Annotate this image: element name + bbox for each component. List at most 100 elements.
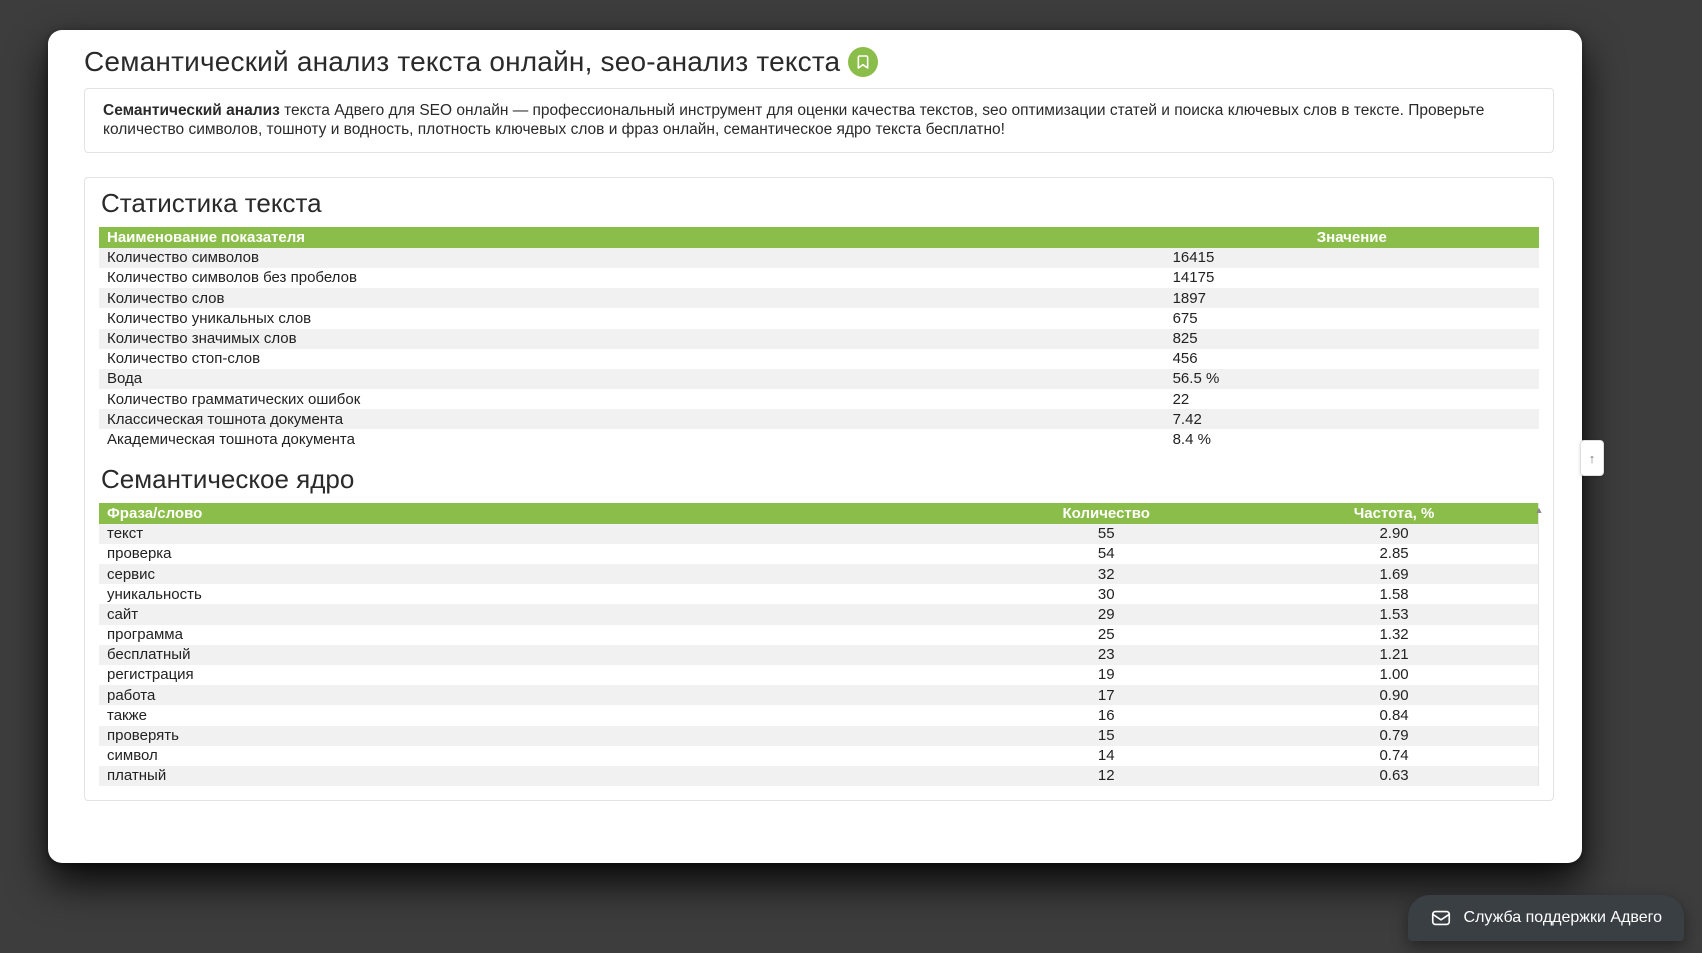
core-cell-count: 55: [962, 524, 1250, 544]
core-cell-freq: 1.00: [1250, 665, 1538, 685]
stats-cell-name: Количество символов: [99, 248, 1165, 268]
table-row: Количество слов1897: [99, 288, 1539, 308]
core-cell-word: программа: [99, 625, 962, 645]
stats-cell-name: Количество слов: [99, 288, 1165, 308]
stats-cell-value: 1897: [1165, 288, 1539, 308]
core-cell-count: 30: [962, 584, 1250, 604]
results-panel: Статистика текста Наименование показател…: [84, 177, 1554, 801]
table-row: регистрация191.00: [99, 665, 1538, 685]
back-to-top-button[interactable]: ↑: [1580, 440, 1604, 476]
stats-cell-name: Количество стоп-слов: [99, 349, 1165, 369]
core-header-word[interactable]: Фраза/слово: [99, 503, 962, 524]
core-cell-freq: 1.69: [1250, 564, 1538, 584]
core-cell-count: 15: [962, 726, 1250, 746]
table-row: Вода56.5 %: [99, 369, 1539, 389]
table-row: Количество стоп-слов456: [99, 349, 1539, 369]
core-cell-freq: 2.90: [1250, 524, 1538, 544]
core-table-wrap: Фраза/слово Количество Частота, % текст5…: [99, 503, 1539, 786]
table-row: Количество символов16415: [99, 248, 1539, 268]
stats-cell-value: 456: [1165, 349, 1539, 369]
table-row: проверять150.79: [99, 726, 1538, 746]
stats-cell-value: 7.42: [1165, 409, 1539, 429]
core-cell-word: платный: [99, 766, 962, 786]
core-cell-freq: 0.79: [1250, 726, 1538, 746]
core-table: Фраза/слово Количество Частота, % текст5…: [99, 503, 1538, 786]
stats-cell-name: Академическая тошнота документа: [99, 429, 1165, 449]
stats-cell-value: 825: [1165, 329, 1539, 349]
core-cell-word: бесплатный: [99, 645, 962, 665]
core-cell-freq: 1.21: [1250, 645, 1538, 665]
table-row: сервис321.69: [99, 564, 1538, 584]
core-cell-word: символ: [99, 746, 962, 766]
bookmark-icon[interactable]: [848, 47, 878, 77]
core-cell-freq: 0.84: [1250, 705, 1538, 725]
core-cell-word: текст: [99, 524, 962, 544]
table-row: текст552.90: [99, 524, 1538, 544]
core-title: Семантическое ядро: [101, 464, 1539, 495]
stats-cell-value: 8.4 %: [1165, 429, 1539, 449]
core-cell-word: сервис: [99, 564, 962, 584]
core-cell-count: 19: [962, 665, 1250, 685]
intro-description: Семантический анализ текста Адвего для S…: [84, 88, 1554, 153]
core-cell-word: работа: [99, 685, 962, 705]
core-cell-freq: 1.53: [1250, 604, 1538, 624]
chat-icon: [1430, 907, 1452, 929]
core-cell-count: 54: [962, 544, 1250, 564]
table-row: платный120.63: [99, 766, 1538, 786]
core-header-freq[interactable]: Частота, %: [1250, 503, 1538, 524]
arrow-up-icon: ↑: [1589, 451, 1596, 466]
core-cell-word: также: [99, 705, 962, 725]
stats-table: Наименование показателя Значение Количес…: [99, 227, 1539, 450]
content-card: Семантический анализ текста онлайн, seo-…: [48, 30, 1582, 863]
stats-cell-name: Количество уникальных слов: [99, 308, 1165, 328]
table-row: программа251.32: [99, 625, 1538, 645]
core-cell-count: 17: [962, 685, 1250, 705]
core-header-count[interactable]: Количество: [962, 503, 1250, 524]
stats-cell-name: Количество символов без пробелов: [99, 268, 1165, 288]
stats-cell-value: 675: [1165, 308, 1539, 328]
table-row: Количество символов без пробелов14175: [99, 268, 1539, 288]
core-cell-count: 12: [962, 766, 1250, 786]
intro-rest: текста Адвего для SEO онлайн — профессио…: [103, 102, 1484, 138]
core-cell-count: 32: [962, 564, 1250, 584]
core-cell-count: 14: [962, 746, 1250, 766]
table-row: бесплатный231.21: [99, 645, 1538, 665]
core-cell-freq: 0.90: [1250, 685, 1538, 705]
core-cell-word: сайт: [99, 604, 962, 624]
stats-header-name[interactable]: Наименование показателя: [99, 227, 1165, 248]
core-cell-freq: 2.85: [1250, 544, 1538, 564]
stats-cell-value: 56.5 %: [1165, 369, 1539, 389]
table-row: работа170.90: [99, 685, 1538, 705]
table-row: уникальность301.58: [99, 584, 1538, 604]
core-cell-freq: 1.32: [1250, 625, 1538, 645]
core-cell-word: проверка: [99, 544, 962, 564]
page-title: Семантический анализ текста онлайн, seo-…: [84, 46, 840, 78]
table-row: Академическая тошнота документа8.4 %: [99, 429, 1539, 449]
support-chat-button[interactable]: Служба поддержки Адвего: [1408, 895, 1684, 941]
stats-cell-value: 16415: [1165, 248, 1539, 268]
core-cell-freq: 0.63: [1250, 766, 1538, 786]
core-cell-count: 25: [962, 625, 1250, 645]
stats-header-value[interactable]: Значение: [1165, 227, 1539, 248]
core-cell-freq: 0.74: [1250, 746, 1538, 766]
stats-cell-name: Классическая тошнота документа: [99, 409, 1165, 429]
stats-cell-name: Вода: [99, 369, 1165, 389]
table-row: Количество грамматических ошибок22: [99, 389, 1539, 409]
page-title-row: Семантический анализ текста онлайн, seo-…: [84, 46, 1554, 78]
table-row: сайт291.53: [99, 604, 1538, 624]
stats-cell-value: 14175: [1165, 268, 1539, 288]
intro-lead: Семантический анализ: [103, 102, 280, 119]
core-cell-freq: 1.58: [1250, 584, 1538, 604]
core-cell-word: уникальность: [99, 584, 962, 604]
core-cell-count: 16: [962, 705, 1250, 725]
table-row: также160.84: [99, 705, 1538, 725]
table-row: проверка542.85: [99, 544, 1538, 564]
core-cell-count: 29: [962, 604, 1250, 624]
stats-cell-value: 22: [1165, 389, 1539, 409]
table-row: Количество значимых слов825: [99, 329, 1539, 349]
table-row: символ140.74: [99, 746, 1538, 766]
stats-title: Статистика текста: [101, 188, 1539, 219]
core-scrollbar[interactable]: ▲: [1538, 503, 1539, 786]
table-row: Классическая тошнота документа7.42: [99, 409, 1539, 429]
core-cell-word: проверять: [99, 726, 962, 746]
